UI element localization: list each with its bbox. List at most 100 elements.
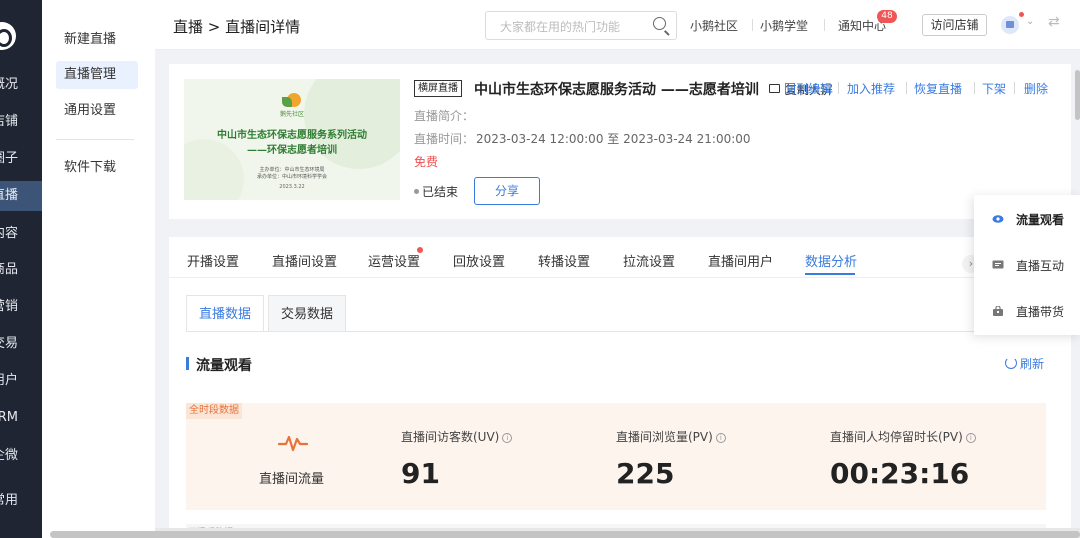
main-sidebar: 概况 店铺 圈子 直播 内容 商品 营销 交易 用户 CRM 企微 常用: [0, 0, 42, 538]
top-header: 直播 > 直播间详情 大家都在用的热门功能 小鹅社区 小鹅学堂 通知中心 48 …: [155, 0, 1080, 50]
stay-duration-value: 00:23:16: [830, 457, 970, 490]
tab-start-settings[interactable]: 开播设置: [187, 251, 239, 270]
menu-item-interaction[interactable]: 直播互动: [974, 251, 1080, 281]
live-title: 中山市生态环保志愿服务活动 ——志愿者培训: [474, 82, 759, 98]
refresh-button[interactable]: 刷新: [1020, 355, 1044, 372]
uv-value: 91: [401, 457, 440, 490]
nav-item-marketing[interactable]: 营销: [0, 292, 42, 322]
account-avatar-icon[interactable]: [1001, 16, 1019, 34]
breadcrumb: 直播 > 直播间详情: [173, 18, 301, 36]
live-info-card: 鹅先社区 中山市生态环保志愿服务系列活动 ——环保志愿者培训 主办单位：中山市生…: [169, 64, 1071, 219]
active-tab-indicator: [805, 273, 855, 275]
uv-label: 直播间访客数(UV) i: [401, 428, 513, 445]
pulse-icon: [278, 435, 308, 452]
section-marker: [186, 357, 189, 370]
search-input[interactable]: 大家都在用的热门功能: [485, 11, 677, 40]
sub-nav-general-settings[interactable]: 通用设置: [56, 97, 138, 125]
nav-item-content[interactable]: 内容: [0, 219, 42, 249]
live-status: 已结束: [422, 185, 459, 199]
nav-item-live[interactable]: 直播: [0, 181, 42, 211]
nav-item-overview[interactable]: 概况: [0, 70, 42, 100]
eye-icon: [992, 215, 1004, 223]
tab-room-settings[interactable]: 直播间设置: [272, 251, 337, 270]
edit-link[interactable]: 回到编辑: [784, 80, 832, 97]
live-type-tag: 横屏直播: [414, 80, 462, 97]
nav-item-trade[interactable]: 交易: [0, 329, 42, 359]
nav-item-store[interactable]: 店铺: [0, 107, 42, 137]
leaf-icon: [282, 97, 292, 107]
bag-icon: [993, 306, 1003, 316]
nav-item-goods[interactable]: 商品: [0, 255, 42, 285]
live-intro-label: 直播简介：: [414, 109, 475, 123]
subtab-trade-data[interactable]: 交易数据: [268, 295, 346, 332]
status-dot-icon: [414, 189, 419, 194]
action-divider: [838, 82, 839, 94]
sub-nav-new-live[interactable]: 新建直播: [56, 26, 138, 54]
all-time-tag: 全时段数据: [186, 403, 242, 419]
menu-item-traffic[interactable]: 流量观看: [974, 205, 1080, 235]
tab-data-analysis[interactable]: 数据分析: [805, 251, 857, 270]
vertical-scrollbar[interactable]: [1075, 70, 1080, 120]
subtab-live-data[interactable]: 直播数据: [186, 295, 264, 332]
tabs-divider: [169, 277, 1071, 278]
stay-duration-label: 直播间人均停留时长(PV) i: [830, 428, 976, 445]
community-link[interactable]: 小鹅社区: [690, 17, 738, 34]
search-icon[interactable]: [653, 17, 666, 30]
live-cover-image: 鹅先社区 中山市生态环保志愿服务系列活动 ——环保志愿者培训 主办单位：中山市生…: [184, 79, 400, 200]
share-button[interactable]: 分享: [474, 177, 540, 205]
restore-live-link[interactable]: 恢复直播: [914, 80, 962, 97]
cover-brand: 鹅先社区: [279, 111, 304, 118]
account-alert-dot: [1019, 12, 1024, 17]
search-placeholder: 大家都在用的热门功能: [500, 20, 621, 34]
tab-pull-settings[interactable]: 拉流设置: [623, 251, 675, 270]
refresh-icon[interactable]: [1005, 357, 1017, 369]
cover-date: 2023.3.22: [279, 184, 305, 190]
cover-co-organizer: 承办单位：中山市环境科学学会: [256, 174, 327, 180]
sub-sidebar: 新建直播 直播管理 通用设置 软件下载: [42, 0, 155, 538]
notification-badge: 48: [877, 10, 897, 23]
live-time-value: 2023-03-24 12:00:00 至 2023-03-24 21:00:0…: [476, 132, 751, 146]
price-label: 免费: [414, 155, 439, 169]
action-divider: [1014, 82, 1015, 94]
app-logo[interactable]: [0, 22, 16, 50]
sub-nav-divider: [56, 139, 134, 140]
tab-relay-settings[interactable]: 转播设置: [538, 251, 590, 270]
header-divider: [824, 19, 825, 31]
recommend-link[interactable]: 加入推荐: [847, 80, 895, 97]
action-divider: [974, 82, 975, 94]
unlist-link[interactable]: 下架: [982, 80, 1006, 97]
visit-store-button[interactable]: 访问店铺: [922, 14, 987, 36]
delete-link[interactable]: 删除: [1024, 80, 1048, 97]
nav-item-crm[interactable]: CRM: [0, 403, 42, 433]
chevron-down-icon[interactable]: ⌄: [1026, 16, 1034, 27]
academy-link[interactable]: 小鹅学堂: [760, 17, 808, 34]
pv-label: 直播间浏览量(PV) i: [616, 428, 726, 445]
data-card: 开播设置 直播间设置 运营设置 回放设置 转播设置 拉流设置 直播间用户 数据分…: [169, 237, 1071, 538]
nav-item-circle[interactable]: 圈子: [0, 144, 42, 174]
section-nav-menu: 流量观看 直播互动 直播带货: [974, 195, 1080, 335]
section-title: 流量观看: [196, 358, 252, 374]
nav-item-common[interactable]: 常用: [0, 486, 42, 516]
tab-room-users[interactable]: 直播间用户: [708, 251, 773, 270]
nav-item-users[interactable]: 用户: [0, 366, 42, 396]
cover-title-line1: 中山市生态环保志愿服务系列活动: [217, 130, 367, 141]
switch-icon[interactable]: ⇄: [1048, 14, 1060, 30]
screen-icon[interactable]: [769, 84, 780, 93]
action-divider: [906, 82, 907, 94]
info-icon[interactable]: i: [715, 433, 726, 443]
tab-operation-settings[interactable]: 运营设置: [368, 251, 420, 270]
sub-nav-live-manage[interactable]: 直播管理: [56, 61, 138, 89]
info-icon[interactable]: i: [965, 433, 976, 443]
nav-item-wecom[interactable]: 企微: [0, 441, 42, 471]
tab-alert-dot: [417, 247, 423, 253]
live-time-label: 直播时间：: [414, 132, 475, 146]
chat-icon: [992, 260, 1004, 269]
cover-organizer: 主办单位：中山市生态环境局: [259, 167, 325, 173]
cover-title-line2: ——环保志愿者培训: [247, 145, 337, 156]
sub-nav-software-download[interactable]: 软件下载: [56, 154, 138, 182]
info-icon[interactable]: i: [502, 433, 513, 443]
menu-item-commerce[interactable]: 直播带货: [974, 297, 1080, 327]
subtabs-divider: [186, 331, 1046, 332]
horizontal-scrollbar-thumb[interactable]: [50, 531, 1080, 538]
tab-replay-settings[interactable]: 回放设置: [453, 251, 505, 270]
